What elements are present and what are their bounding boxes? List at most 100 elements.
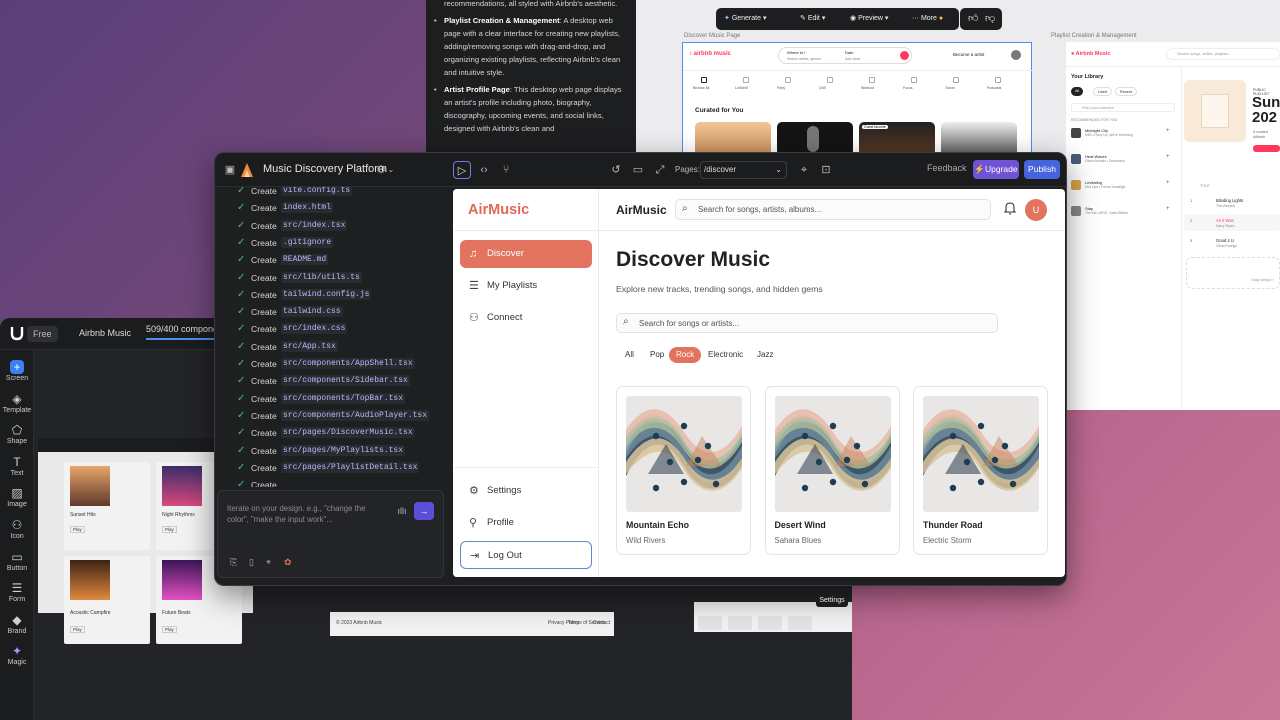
- nav-my-playlists[interactable]: ☰ My Playlists: [460, 272, 592, 300]
- category-tab[interactable]: Podcasts: [987, 86, 1001, 90]
- file-path[interactable]: src/index.css: [281, 323, 348, 335]
- canvas-card-play[interactable]: Play: [70, 526, 85, 533]
- category-tab[interactable]: Travel: [945, 86, 955, 90]
- file-path[interactable]: tailwind.config.js: [281, 288, 372, 300]
- project-name[interactable]: Airbnb Music: [79, 328, 131, 338]
- publish-button[interactable]: Publish: [1024, 160, 1060, 179]
- file-path[interactable]: src/components/AppShell.tsx: [281, 358, 415, 369]
- file-path[interactable]: README.md: [281, 254, 329, 266]
- play-preview-icon[interactable]: ▷: [453, 161, 471, 179]
- genre-chip-all[interactable]: All: [621, 347, 638, 363]
- send-button[interactable]: →: [414, 502, 434, 520]
- canvas-card-play[interactable]: Play: [70, 626, 85, 633]
- nav-connect[interactable]: ⚇ Connect: [460, 304, 592, 332]
- pages-select[interactable]: /discover ⌄: [700, 161, 787, 179]
- tool-brand[interactable]: ◆ Brand: [0, 613, 34, 643]
- artboard-avatar[interactable]: [1011, 50, 1021, 60]
- category-tab[interactable]: Workout: [861, 86, 874, 90]
- play-playlist-button[interactable]: [1253, 145, 1280, 152]
- chevron-down-icon[interactable]: ⌄: [382, 161, 400, 179]
- genre-chip-jazz[interactable]: Jazz: [753, 347, 777, 363]
- desktop-icon[interactable]: ▭: [629, 161, 647, 179]
- clipboard-icon[interactable]: ▯: [249, 557, 254, 568]
- app-header-search-input[interactable]: ⌕ Search for songs, artists, albums...: [675, 199, 991, 220]
- file-path[interactable]: src/pages/MyPlaylists.tsx: [281, 444, 406, 456]
- file-path[interactable]: tailwind.css: [281, 306, 343, 318]
- project-title[interactable]: Music Discovery Platform: [263, 163, 387, 175]
- music-card[interactable]: Mountain Echo Wild Rivers: [616, 386, 751, 555]
- drop-zone[interactable]: Drag songs h: [1186, 257, 1280, 289]
- file-path[interactable]: src/pages/PlaylistDetail.tsx: [281, 461, 420, 473]
- add-song-icon[interactable]: +: [1166, 206, 1170, 212]
- tool-icon[interactable]: ⚇ Icon: [0, 518, 34, 548]
- canvas-footer-link[interactable]: Contact: [593, 620, 610, 626]
- select-tool-icon[interactable]: ⌖: [795, 161, 813, 179]
- chat-placeholder[interactable]: Iterate on your design. e.g., "change th…: [227, 503, 387, 525]
- attach-icon[interactable]: ⎘: [230, 557, 237, 568]
- genre-chip-rock[interactable]: Rock: [669, 347, 702, 363]
- genre-chip-pop[interactable]: Pop: [646, 347, 668, 363]
- nav-settings[interactable]: ⚙ Settings: [460, 477, 592, 505]
- code-icon[interactable]: ‹›: [475, 161, 493, 179]
- artboard2-search[interactable]: Search songs, artists, playlists...: [1166, 48, 1280, 60]
- nav-log-out[interactable]: ⇥ Log Out: [460, 541, 592, 569]
- feedback-link[interactable]: Feedback: [927, 163, 967, 173]
- preview-button[interactable]: ◉ Preview ▾: [850, 8, 888, 30]
- file-path[interactable]: src/lib/utils.ts: [281, 271, 362, 283]
- category-tab[interactable]: Lofi/chill: [735, 86, 748, 90]
- tool-button[interactable]: ▭ Button: [0, 550, 34, 580]
- curated-card[interactable]: [777, 122, 853, 156]
- file-path[interactable]: src/components/AudioPlayer.tsx: [281, 409, 430, 421]
- generate-button[interactable]: ✦ Generate ▾: [724, 8, 766, 30]
- music-card[interactable]: Thunder Road Electric Storm: [913, 386, 1048, 555]
- category-tab[interactable]: Focus: [903, 86, 913, 90]
- thumbs-down-icon[interactable]: 👎︎: [985, 12, 995, 24]
- app-brand-logo[interactable]: AirMusic: [468, 202, 529, 218]
- category-tab[interactable]: Party: [777, 86, 785, 90]
- song-search-input[interactable]: ⌕ Search for songs or artists...: [616, 313, 998, 333]
- add-song-icon[interactable]: +: [1166, 128, 1170, 134]
- artboard-search-pill[interactable]: Where to? Search artists, genres Date Ad…: [778, 47, 912, 64]
- tool-text[interactable]: T Text: [0, 455, 34, 485]
- music-card[interactable]: Desert Wind Sahara Blues: [764, 386, 900, 555]
- tool-magic[interactable]: ✦ Magic: [0, 644, 34, 674]
- select-element-icon[interactable]: ⌖: [266, 557, 271, 568]
- avatar[interactable]: U: [1025, 199, 1047, 221]
- artboard-playlist-page[interactable]: ● Airbnb Music Search songs, artists, pl…: [1066, 42, 1280, 410]
- add-song-icon[interactable]: +: [1166, 154, 1170, 160]
- bell-icon[interactable]: [1004, 201, 1018, 217]
- category-tab[interactable]: Chill: [819, 86, 826, 90]
- canvas-card[interactable]: Acoustic Campfire Play: [64, 556, 150, 644]
- canvas-card-play[interactable]: Play: [162, 526, 177, 533]
- file-path[interactable]: index.html: [281, 202, 334, 214]
- chat-input-box[interactable]: Iterate on your design. e.g., "change th…: [217, 490, 444, 578]
- branch-icon[interactable]: ⑂: [497, 161, 515, 179]
- curated-card[interactable]: [695, 122, 771, 156]
- file-path[interactable]: src/components/Sidebar.tsx: [281, 375, 410, 387]
- file-path[interactable]: src/App.tsx: [281, 340, 338, 352]
- file-path[interactable]: src/index.tsx: [281, 219, 348, 231]
- library-filter-chip[interactable]: All: [1071, 87, 1084, 96]
- upgrade-button[interactable]: ⚡Upgrade: [973, 160, 1019, 179]
- tool-screen[interactable]: + Screen: [0, 360, 34, 390]
- canvas-footer-preview[interactable]: © 2023 Airbnb Music Privacy Policy Terms…: [330, 612, 614, 636]
- voice-icon[interactable]: ıllı: [394, 502, 410, 520]
- canvas-card[interactable]: Sunset Hits Play: [64, 462, 150, 550]
- screenshot-icon[interactable]: ⊡: [817, 161, 835, 179]
- figma-icon[interactable]: ✿: [284, 557, 292, 568]
- tool-template[interactable]: ◈ Template: [0, 392, 34, 422]
- tool-image[interactable]: ▨ Image: [0, 486, 34, 516]
- curated-card[interactable]: [941, 122, 1017, 156]
- sidebar-toggle-icon[interactable]: ▣: [221, 161, 239, 179]
- file-path[interactable]: vite.config.ts: [281, 187, 353, 196]
- file-path[interactable]: src/components/TopBar.tsx: [281, 392, 406, 404]
- fullscreen-icon[interactable]: ⤢: [651, 161, 669, 179]
- nav-profile[interactable]: ⚲ Profile: [460, 509, 592, 537]
- add-song-icon[interactable]: +: [1166, 180, 1170, 186]
- become-artist-link[interactable]: Become a artist: [953, 52, 984, 57]
- edit-button[interactable]: ✎ Edit ▾: [800, 8, 825, 30]
- nav-discover[interactable]: ♫ Discover: [460, 240, 592, 268]
- thumbs-up-icon[interactable]: 👍︎: [968, 12, 978, 24]
- genre-chip-electronic[interactable]: Electronic: [704, 347, 747, 363]
- file-path[interactable]: .gitignore: [281, 236, 334, 248]
